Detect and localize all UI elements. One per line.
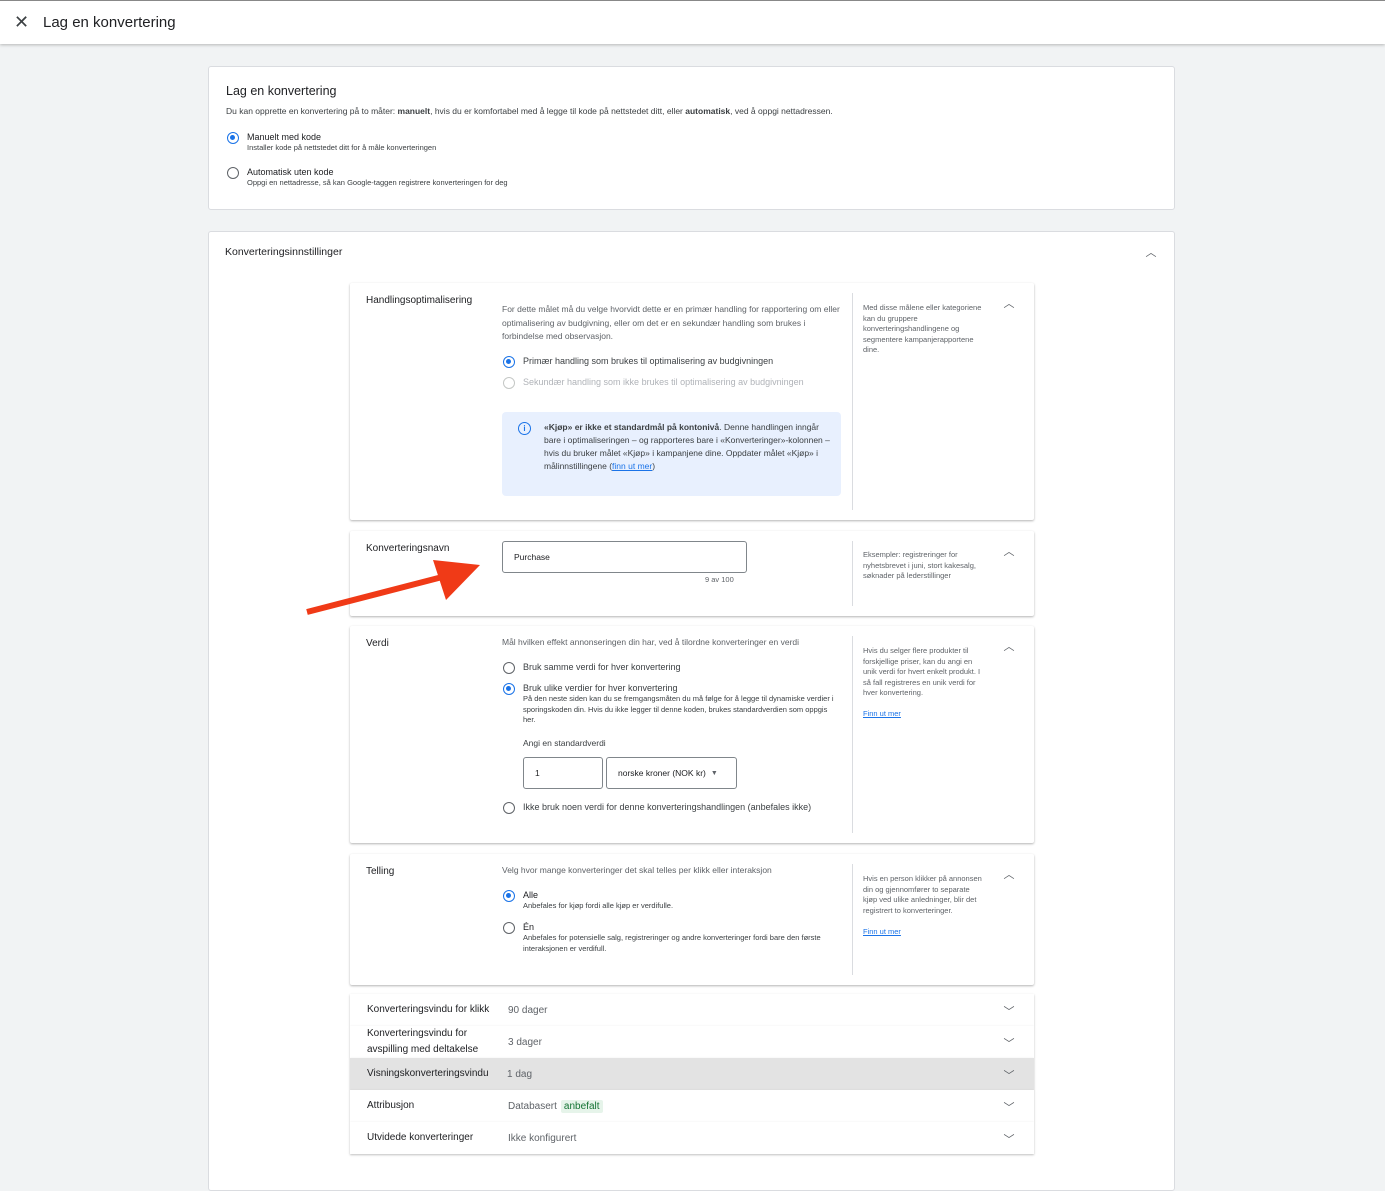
red-arrow-annotation <box>306 560 480 615</box>
